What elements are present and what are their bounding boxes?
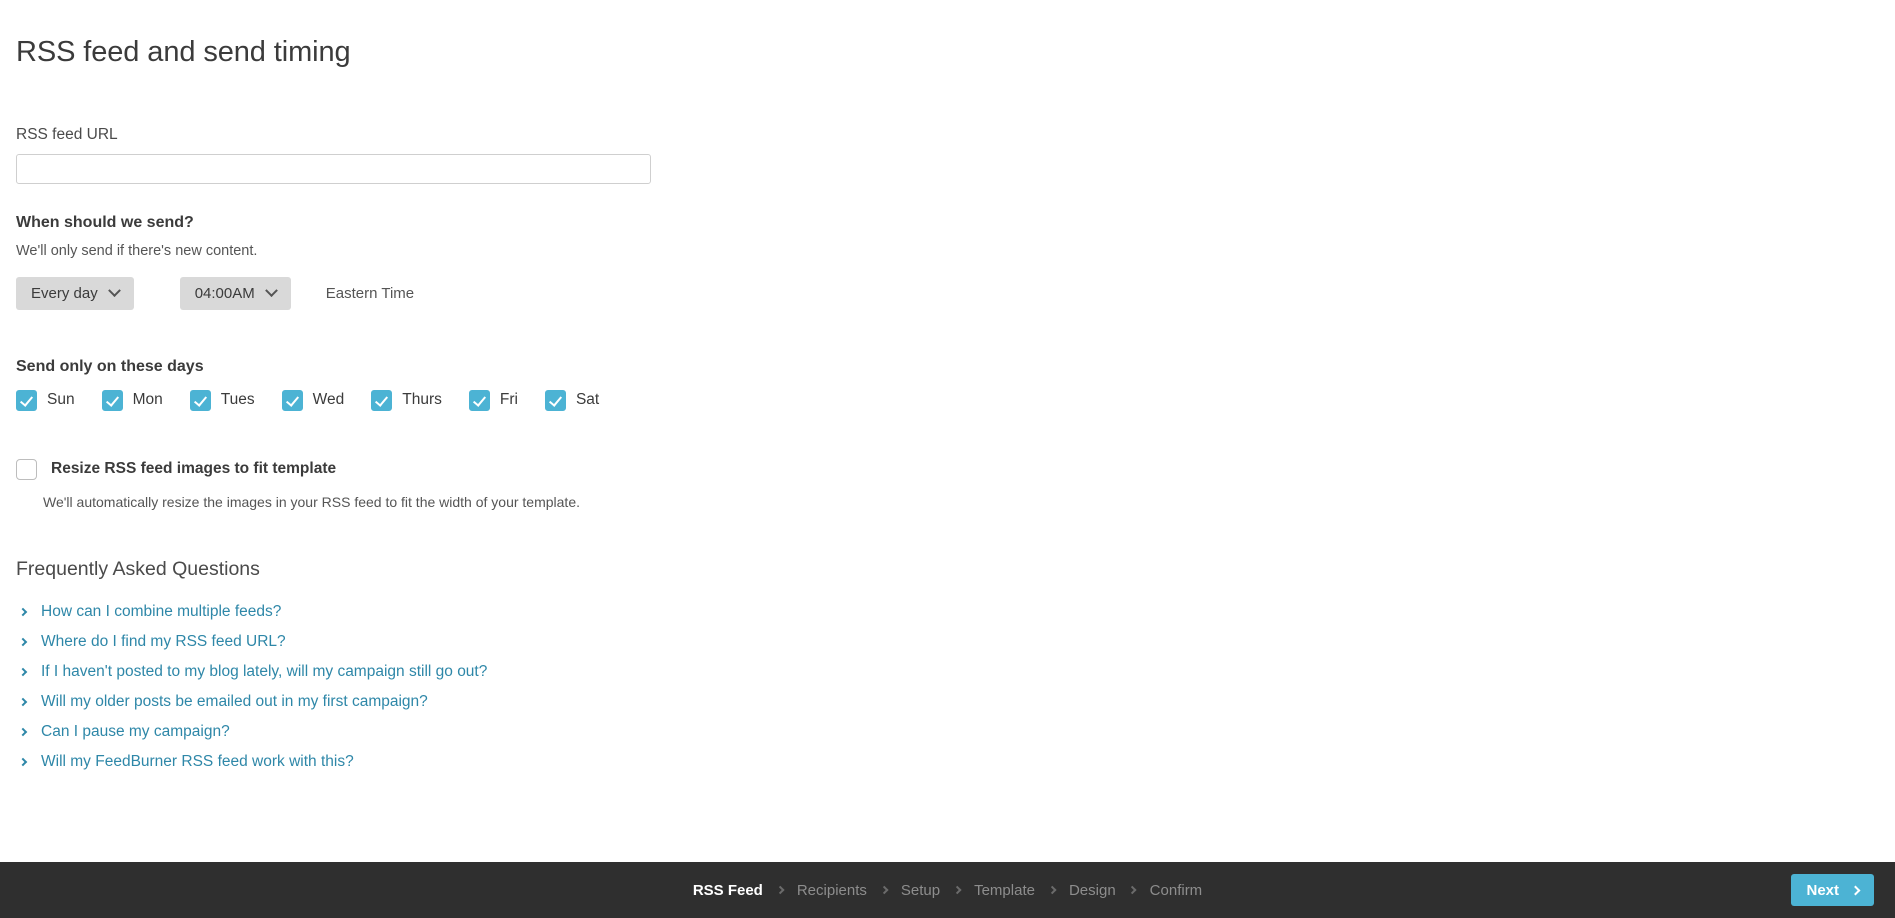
faq-section: Frequently Asked Questions How can I com… — [16, 558, 1895, 771]
faq-link[interactable]: How can I combine multiple feeds? — [41, 603, 281, 621]
send-days-heading: Send only on these days — [16, 357, 204, 375]
day-label: Sun — [47, 391, 75, 409]
faq-item[interactable]: How can I combine multiple feeds? — [16, 603, 1895, 621]
chevron-right-icon — [775, 885, 785, 895]
day-checkbox-mon[interactable]: Mon — [101, 389, 163, 411]
main-content: RSS feed and send timing RSS feed URL Wh… — [0, 0, 1895, 771]
next-button-label: Next — [1806, 881, 1839, 899]
when-to-send-section: When should we send? We'll only send if … — [16, 214, 1895, 310]
rss-feed-url-label: RSS feed URL — [16, 125, 118, 143]
resize-images-label[interactable]: Resize RSS feed images to fit template — [51, 460, 336, 478]
chevron-right-icon — [1128, 885, 1137, 895]
day-label: Wed — [312, 391, 345, 409]
checkbox-checked-icon[interactable] — [189, 389, 211, 411]
frequency-dropdown-value: Every day — [31, 284, 98, 302]
breadcrumb-step-design[interactable]: Design — [1069, 882, 1116, 899]
faq-item[interactable]: Can I pause my campaign? — [16, 723, 1895, 741]
breadcrumb-step-recipients[interactable]: Recipients — [797, 882, 867, 899]
frequency-dropdown[interactable]: Every day — [16, 276, 134, 310]
chevron-down-icon — [107, 284, 121, 297]
faq-item[interactable]: Will my older posts be emailed out in my… — [16, 693, 1895, 711]
day-label: Tues — [220, 391, 255, 409]
day-checkbox-tues[interactable]: Tues — [189, 389, 255, 411]
day-label: Sat — [575, 391, 600, 409]
checkbox-checked-icon[interactable] — [468, 389, 490, 411]
send-time-dropdown-value: 04:00AM — [194, 284, 255, 302]
chevron-right-icon — [879, 885, 889, 895]
breadcrumb-step-setup[interactable]: Setup — [901, 882, 940, 899]
rss-campaign-page: RSS feed and send timing RSS feed URL Wh… — [0, 0, 1895, 918]
faq-item[interactable]: If I haven't posted to my blog lately, w… — [16, 663, 1895, 681]
wizard-breadcrumb: RSS Feed Recipients Setup Template Desig… — [693, 882, 1202, 899]
faq-item[interactable]: Will my FeedBurner RSS feed work with th… — [16, 753, 1895, 771]
when-to-send-heading: When should we send? — [16, 213, 194, 231]
send-days-row: Sun Mon Tues Wed Thurs Fri Sat — [16, 389, 1895, 411]
resize-images-checkbox[interactable] — [16, 458, 37, 480]
chevron-right-icon — [1850, 885, 1861, 895]
chevron-right-icon — [1047, 885, 1057, 895]
chevron-down-icon — [264, 284, 278, 297]
faq-item[interactable]: Where do I find my RSS feed URL? — [16, 633, 1895, 651]
day-label: Thurs — [402, 391, 442, 409]
day-label: Fri — [499, 391, 518, 409]
resize-images-row: Resize RSS feed images to fit template — [16, 458, 1895, 480]
chevron-right-icon — [16, 667, 30, 677]
faq-link[interactable]: Will my FeedBurner RSS feed work with th… — [41, 753, 354, 771]
checkbox-checked-icon[interactable] — [371, 389, 393, 411]
resize-images-section: Resize RSS feed images to fit template W… — [16, 458, 1895, 510]
rss-feed-url-field: RSS feed URL — [16, 126, 1895, 184]
faq-link[interactable]: Can I pause my campaign? — [41, 723, 230, 741]
day-label: Mon — [132, 391, 163, 409]
breadcrumb-step-confirm[interactable]: Confirm — [1150, 882, 1203, 899]
resize-images-description: We'll automatically resize the images in… — [43, 493, 580, 510]
chevron-right-icon — [952, 885, 962, 895]
chevron-right-icon — [16, 607, 30, 617]
next-button[interactable]: Next — [1791, 874, 1874, 906]
day-checkbox-fri[interactable]: Fri — [468, 389, 518, 411]
chevron-right-icon — [16, 637, 30, 647]
day-checkbox-wed[interactable]: Wed — [281, 389, 345, 411]
chevron-right-icon — [16, 697, 30, 707]
breadcrumb-step-template[interactable]: Template — [974, 882, 1035, 899]
send-time-dropdown[interactable]: 04:00AM — [179, 276, 291, 310]
page-title: RSS feed and send timing — [16, 36, 351, 68]
checkbox-checked-icon[interactable] — [16, 389, 37, 411]
checkbox-checked-icon[interactable] — [101, 389, 123, 411]
when-to-send-subtext: We'll only send if there's new content. — [16, 242, 258, 259]
faq-link[interactable]: Will my older posts be emailed out in my… — [41, 693, 428, 711]
chevron-right-icon — [16, 757, 30, 767]
breadcrumb-step-rss-feed[interactable]: RSS Feed — [693, 882, 763, 899]
chevron-right-icon — [16, 727, 30, 737]
faq-link[interactable]: Where do I find my RSS feed URL? — [41, 633, 286, 651]
checkbox-checked-icon[interactable] — [281, 389, 303, 411]
send-days-section: Send only on these days Sun Mon Tues Wed — [16, 358, 1895, 411]
day-checkbox-thurs[interactable]: Thurs — [371, 389, 442, 411]
rss-feed-url-input[interactable] — [16, 153, 651, 184]
schedule-controls-row: Every day 04:00AM Eastern Time — [16, 276, 1895, 310]
wizard-footer-bar: RSS Feed Recipients Setup Template Desig… — [0, 862, 1895, 918]
faq-heading: Frequently Asked Questions — [16, 557, 260, 580]
faq-link[interactable]: If I haven't posted to my blog lately, w… — [41, 663, 487, 681]
day-checkbox-sat[interactable]: Sat — [544, 389, 600, 411]
timezone-label: Eastern Time — [325, 284, 415, 302]
checkbox-checked-icon[interactable] — [544, 389, 566, 411]
day-checkbox-sun[interactable]: Sun — [16, 389, 75, 411]
